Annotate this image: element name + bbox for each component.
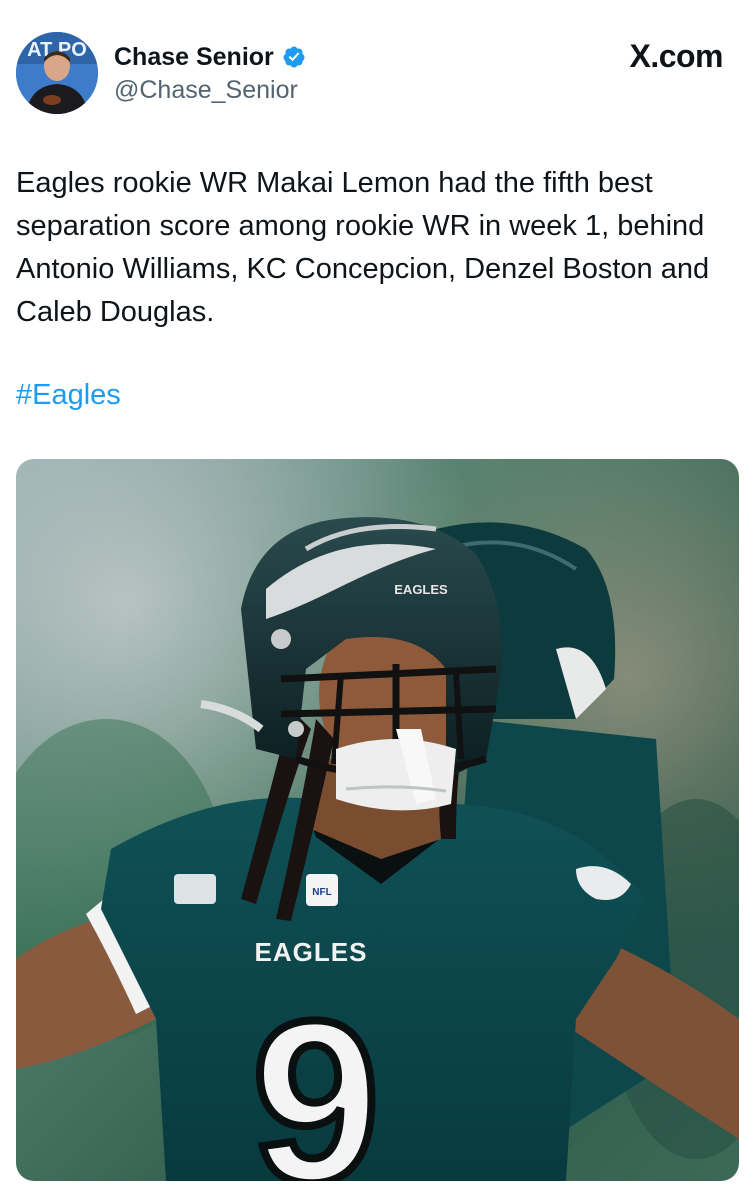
avatar[interactable]: AT PO: [16, 32, 98, 114]
jersey-number: 9: [252, 973, 380, 1181]
jersey-wordmark: EAGLES: [255, 937, 368, 967]
author-handle[interactable]: @Chase_Senior: [114, 76, 306, 105]
hashtag-link[interactable]: #Eagles: [16, 374, 121, 417]
tweet-card: AT PO Chase Senior @Chase_Senior X.com E…: [0, 0, 755, 1200]
display-name[interactable]: Chase Senior: [114, 43, 274, 72]
player-photo: NFL EAGLES 9 EAGLES: [16, 459, 739, 1181]
verified-badge-icon: [283, 46, 305, 68]
tweet-text: Eagles rookie WR Makai Lemon had the fif…: [16, 167, 710, 328]
avatar-image: AT PO: [16, 32, 98, 114]
display-name-row: Chase Senior: [114, 40, 306, 74]
tweet-header: AT PO Chase Senior @Chase_Senior X.com: [16, 30, 723, 120]
author-info: Chase Senior @Chase_Senior: [114, 40, 306, 105]
nfl-shield-text: NFL: [312, 887, 331, 898]
tweet-photo[interactable]: NFL EAGLES 9 EAGLES: [16, 459, 739, 1181]
x-brand-logo[interactable]: X.com: [629, 38, 723, 75]
helmet-wordmark: EAGLES: [394, 582, 448, 597]
